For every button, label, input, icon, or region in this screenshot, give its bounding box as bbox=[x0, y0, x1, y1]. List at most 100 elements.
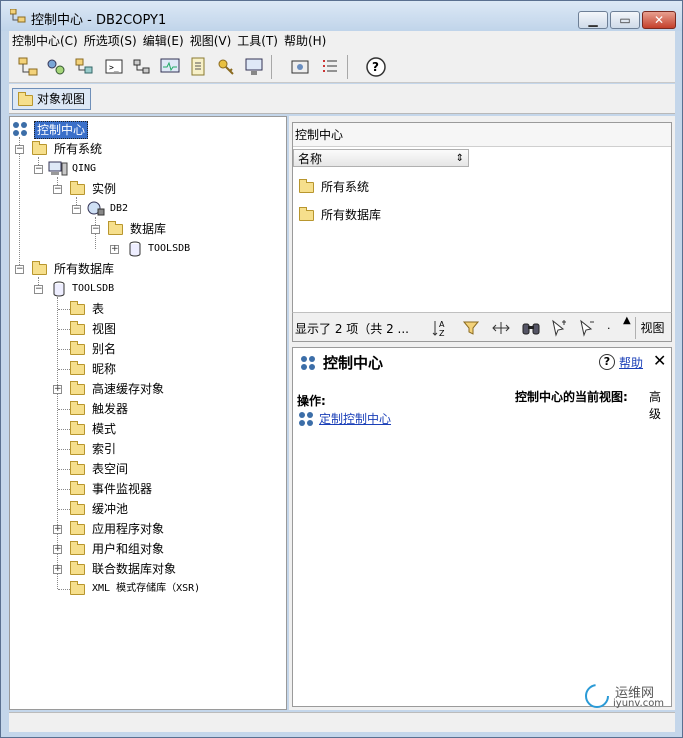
task-center-icon[interactable] bbox=[131, 56, 153, 78]
collapse-icon[interactable]: − bbox=[15, 265, 24, 274]
item-count: 显示了 2 项（共 2 ... bbox=[295, 322, 409, 336]
collapse-icon[interactable]: − bbox=[15, 145, 24, 154]
collapse-icon[interactable]: − bbox=[34, 165, 43, 174]
tree-node-all-databases[interactable]: − 所有数据库 bbox=[10, 259, 286, 279]
filter-icon[interactable] bbox=[461, 318, 481, 338]
tree-label: 数据库 bbox=[130, 222, 167, 236]
control-center-icon bbox=[301, 356, 315, 370]
license-center-icon[interactable] bbox=[215, 56, 237, 78]
tools-settings-icon[interactable] bbox=[289, 56, 311, 78]
tree-node-child[interactable]: + 高速缓存对象 bbox=[10, 379, 286, 399]
tree-node-child[interactable]: 触发器 bbox=[10, 399, 286, 419]
database-icon bbox=[129, 241, 141, 257]
menu-selected[interactable]: 所选项(S) bbox=[81, 31, 140, 51]
control-center-icon bbox=[299, 412, 313, 426]
find-icon[interactable] bbox=[521, 318, 541, 338]
menu-control-center[interactable]: 控制中心(C) bbox=[9, 31, 81, 51]
menu-tools[interactable]: 工具(T) bbox=[234, 31, 281, 51]
view-button[interactable]: 视图 bbox=[635, 317, 669, 339]
tree-node-child[interactable]: 索引 bbox=[10, 439, 286, 459]
tree-node-qing[interactable]: − QING bbox=[10, 159, 286, 179]
expand-icon[interactable]: + bbox=[53, 525, 62, 534]
more-button[interactable]: . bbox=[607, 319, 611, 332]
tree-node-child[interactable]: 模式 bbox=[10, 419, 286, 439]
tree-label: 模式 bbox=[92, 422, 117, 436]
tree-node-db2[interactable]: − DB2 bbox=[10, 199, 286, 219]
collapse-icon[interactable]: − bbox=[34, 285, 43, 294]
tree-label: TOOLSDB bbox=[148, 243, 191, 254]
tree-node-child[interactable]: + 用户和组对象 bbox=[10, 539, 286, 559]
tree-node-child[interactable]: 表 bbox=[10, 299, 286, 319]
tree-node-child[interactable]: 缓冲池 bbox=[10, 499, 286, 519]
operations-label: 操作: bbox=[297, 394, 326, 408]
title-bar[interactable]: 控制中心 - DB2COPY1 ▁ ▭ ✕ bbox=[1, 1, 682, 31]
help-icon[interactable]: ? bbox=[599, 354, 615, 370]
tree-label: TOOLSDB bbox=[72, 283, 115, 294]
expand-icon[interactable]: + bbox=[110, 245, 119, 254]
collapse-icon[interactable]: − bbox=[53, 185, 62, 194]
list-item-label: 所有数据库 bbox=[321, 208, 382, 222]
close-button[interactable]: ✕ bbox=[642, 11, 676, 29]
customize-control-center-link[interactable]: 定制控制中心 bbox=[319, 410, 391, 427]
expand-icon[interactable]: + bbox=[53, 545, 62, 554]
configuration-assistant-icon[interactable] bbox=[243, 56, 265, 78]
folder-icon bbox=[70, 381, 85, 395]
journal-icon[interactable] bbox=[187, 56, 209, 78]
folder-icon bbox=[70, 441, 85, 455]
menu-edit[interactable]: 编辑(E) bbox=[140, 31, 187, 51]
tree-label: 用户和组对象 bbox=[92, 542, 165, 556]
tree-node-child[interactable]: XML 模式存储库（XSR) bbox=[10, 579, 286, 599]
control-center-icon[interactable] bbox=[17, 56, 39, 78]
help-link[interactable]: 帮助 bbox=[619, 354, 643, 371]
columns-icon[interactable] bbox=[491, 318, 511, 338]
object-view-button[interactable]: 对象视图 bbox=[12, 88, 92, 110]
menu-view[interactable]: 视图(V) bbox=[187, 31, 235, 51]
command-editor-icon[interactable]: >_ bbox=[103, 56, 125, 78]
tree-node-toolsdb-instance[interactable]: + TOOLSDB bbox=[10, 239, 286, 259]
tree-node-child[interactable]: 表空间 bbox=[10, 459, 286, 479]
deselect-all-icon[interactable] bbox=[577, 318, 597, 338]
tree-node-child[interactable]: 昵称 bbox=[10, 359, 286, 379]
collapse-icon[interactable]: − bbox=[91, 225, 100, 234]
window-title: 控制中心 - DB2COPY1 bbox=[31, 13, 167, 28]
tree-label: 索引 bbox=[92, 442, 117, 456]
tree-label: 表 bbox=[92, 302, 105, 316]
health-center-icon[interactable] bbox=[159, 56, 181, 78]
tree-node-child[interactable]: + 应用程序对象 bbox=[10, 519, 286, 539]
tree-label: 应用程序对象 bbox=[92, 522, 165, 536]
tree-node-child[interactable]: + 联合数据库对象 bbox=[10, 559, 286, 579]
menu-help[interactable]: 帮助(H) bbox=[281, 31, 329, 51]
folder-icon bbox=[70, 541, 85, 555]
scroll-up-icon[interactable]: ▲ bbox=[623, 315, 631, 326]
right-pane: 控制中心 名称 ⇕ 所有系统 所有数据库 显示了 2 项（共 2 ... AZ … bbox=[289, 116, 675, 710]
tree-node-toolsdb[interactable]: − TOOLSDB bbox=[10, 279, 286, 299]
select-all-icon[interactable] bbox=[549, 318, 569, 338]
tree-node-child[interactable]: 视图 bbox=[10, 319, 286, 339]
tree-node-databases[interactable]: − 数据库 bbox=[10, 219, 286, 239]
help-icon[interactable]: ? bbox=[365, 56, 387, 78]
collapse-icon[interactable]: − bbox=[72, 205, 81, 214]
tree-node-instances[interactable]: − 实例 bbox=[10, 179, 286, 199]
watermark: 运维网 iyunv.com bbox=[583, 684, 673, 710]
tree-node-all-systems[interactable]: − 所有系统 bbox=[10, 139, 286, 159]
tree-node-control-center[interactable]: 控制中心 bbox=[10, 119, 286, 139]
tree-label: 联合数据库对象 bbox=[92, 562, 177, 576]
tree-node-child[interactable]: 事件监视器 bbox=[10, 479, 286, 499]
expand-icon[interactable]: + bbox=[53, 385, 62, 394]
tree-node-child[interactable]: 别名 bbox=[10, 339, 286, 359]
close-icon: ✕ bbox=[653, 13, 665, 27]
app-icon bbox=[10, 9, 26, 23]
replication-center-icon[interactable] bbox=[45, 56, 67, 78]
satellite-admin-icon[interactable] bbox=[73, 56, 95, 78]
tree-line bbox=[58, 409, 70, 410]
close-icon[interactable]: ✕ bbox=[653, 351, 666, 370]
column-header-name[interactable]: 名称 ⇕ bbox=[293, 149, 469, 167]
sort-az-icon[interactable]: AZ bbox=[431, 318, 451, 338]
object-tree[interactable]: 控制中心 − 所有系统 − QING − 实例 − DB2 − 数据库 + TO… bbox=[9, 116, 287, 710]
expand-icon[interactable]: + bbox=[53, 565, 62, 574]
folder-icon bbox=[70, 481, 85, 495]
minimize-button[interactable]: ▁ bbox=[578, 11, 608, 29]
legend-icon[interactable] bbox=[319, 56, 341, 78]
maximize-button[interactable]: ▭ bbox=[610, 11, 640, 29]
contents-header: 控制中心 bbox=[293, 123, 671, 147]
